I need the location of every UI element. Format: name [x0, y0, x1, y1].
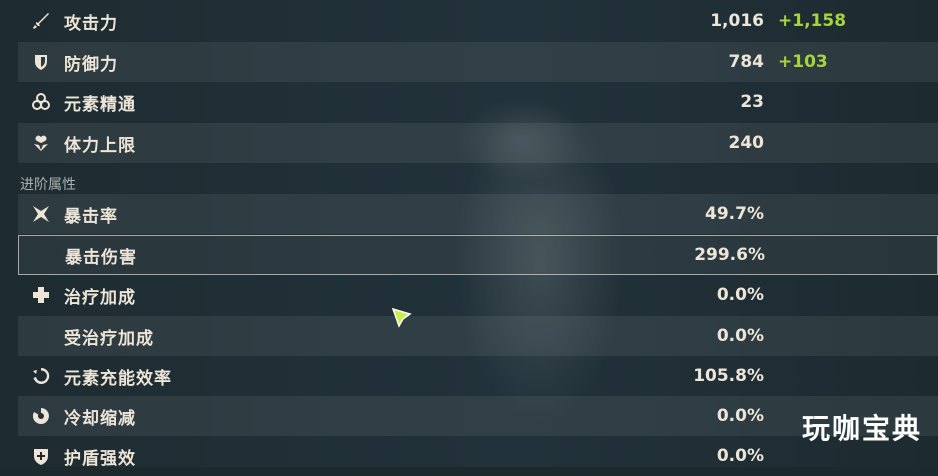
stat-row-crit-dmg[interactable]: 暴击伤害 299.6%: [18, 235, 938, 275]
stat-label: 暴击率: [64, 206, 118, 227]
shield-icon: [18, 52, 64, 72]
stat-label: 防御力: [64, 54, 118, 75]
stat-label: 受治疗加成: [64, 328, 154, 349]
stat-value: 0.0%: [716, 285, 764, 305]
stat-label: 体力上限: [64, 135, 136, 156]
stat-row-energy-recharge[interactable]: 元素充能效率 105.8%: [18, 356, 938, 396]
stat-label: 元素充能效率: [64, 368, 172, 389]
mouse-cursor-icon: [392, 308, 412, 328]
stat-row-atk[interactable]: 攻击力 1,016 +1,158: [18, 1, 938, 41]
stat-value: 0.0%: [716, 326, 764, 346]
stat-value: 1,016: [710, 11, 764, 31]
stat-value: 49.7%: [705, 204, 764, 224]
stat-label: 暴击伤害: [65, 247, 137, 268]
stat-row-def[interactable]: 防御力 784 +103: [18, 42, 938, 82]
healing-cross-icon: [18, 285, 64, 305]
elemental-mastery-icon: [18, 92, 64, 112]
stat-row-hp[interactable]: 体力上限 240: [18, 123, 938, 163]
stat-row-cd-reduction[interactable]: 冷却缩减 0.0%: [18, 396, 938, 436]
stat-value: 784: [728, 52, 765, 72]
section-title-advanced: 进阶属性: [20, 177, 76, 193]
energy-recharge-icon: [18, 366, 64, 386]
stat-value: 0.0%: [716, 406, 764, 426]
watermark: 玩咖宝典: [801, 412, 922, 445]
stat-bonus: +103: [778, 52, 828, 72]
stat-value: 299.6%: [694, 245, 765, 265]
stat-row-shield-strength[interactable]: 护盾强效 0.0%: [18, 436, 938, 476]
stat-label: 治疗加成: [64, 287, 136, 308]
stat-label: 冷却缩减: [64, 408, 136, 429]
stat-value: 0.0%: [716, 446, 764, 466]
stat-row-crit-rate[interactable]: 暴击率 49.7%: [18, 194, 938, 234]
stat-label: 攻击力: [64, 13, 118, 34]
stat-value: 23: [740, 92, 764, 112]
cooldown-icon: [18, 406, 64, 426]
stat-row-healing-bonus[interactable]: 治疗加成 0.0%: [18, 275, 938, 315]
hp-icon: [18, 133, 64, 153]
stat-row-em[interactable]: 元素精通 23: [18, 82, 938, 122]
stat-value: 105.8%: [693, 366, 764, 386]
sword-icon: [18, 11, 64, 31]
stat-row-incoming-healing[interactable]: 受治疗加成 0.0%: [18, 316, 938, 356]
shield-strength-icon: [18, 446, 64, 466]
stat-label: 护盾强效: [64, 448, 136, 469]
crit-rate-icon: [18, 204, 64, 224]
stat-value: 240: [728, 133, 765, 153]
stat-bonus: +1,158: [778, 11, 847, 31]
stat-label: 元素精通: [64, 94, 136, 115]
